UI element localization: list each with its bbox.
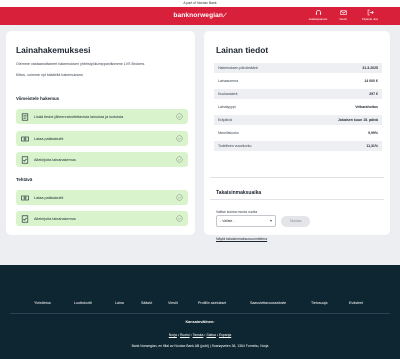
detail-row: Kuukausierä 297 € [214,89,382,99]
footer-lang-norway[interactable]: Norja [169,333,177,337]
footer-language-links: Norja • Ruotsi • Tanska • Saksa • Espanj… [168,333,232,337]
task-add-loans[interactable]: Lisää tiedot jälleenrahoitettavista lain… [16,109,188,124]
footer-link-overview[interactable]: Yleistietoa [34,301,51,305]
detail-row: Lainatyyppi Velkarahoitus [214,102,382,112]
section-divider [210,177,384,178]
detail-key: Nimelliskorko [218,131,239,135]
nav-customer-service-label: Asiakaspalvelu [308,17,328,21]
task-add-loans-label: Lisää tiedot jälleenrahoitettavista lain… [34,114,124,119]
document-list-icon [21,112,29,121]
header-bar: banknorwegian⟋ Asiakaspalvelu Viestit Ki… [0,7,400,25]
detail-value: Jokaisen kuun 15. päivä [337,118,378,122]
footer-lang-denmark[interactable]: Tanska [193,333,204,337]
detail-key: Eräpäivä [218,118,232,122]
application-title: Lainahakemuksesi [16,45,91,55]
detail-value: 14 000 € [364,79,378,83]
application-thanks: Kiitos, voimme nyt käsitellä hakemuksesi [16,73,83,77]
sign-icon [21,155,29,164]
money-icon [21,195,29,200]
top-strip: A part of Nordax Bank [0,0,400,7]
detail-row: Eräpäivä Jokaisen kuun 15. päivä [214,115,382,125]
sign-icon [21,214,29,223]
nav-customer-service[interactable]: Asiakaspalvelu [305,9,331,24]
detail-key: Kuukausierä [218,92,238,96]
footer-lang-sweden[interactable]: Ruotsi [180,333,190,337]
application-intro: Olemme vastaanottaneet hakemuksen yhteis… [16,62,146,66]
done-task-upload-payslip[interactable]: Lataa palkkakuitti [16,190,188,205]
detail-row: Nimelliskorko 9,99% [214,128,382,138]
task-upload-payslip[interactable]: Lataa palkkakuitti [16,131,188,146]
nav-logout-label: Kirjaudu ulos [361,17,379,21]
logo-text: banknorwegian [173,12,224,19]
detail-key: Lainatyyppi [218,105,236,109]
headset-icon [315,10,321,15]
task-sign-application[interactable]: Allekirjoita lainahakemus [16,152,188,167]
years-select[interactable]: - Valitse - ▾ [216,215,276,227]
check-circle-icon [176,194,183,201]
years-select-value: - Valitse - [220,219,235,223]
check-circle-icon [176,215,183,222]
footer: Yleistietoa Luottokortti Laina Säästö Vi… [0,265,400,359]
repayment-schedule-link[interactable]: Näytä takaisinmaksusuunnitelma [216,237,267,241]
money-icon [21,136,29,141]
footer-link-cookies[interactable]: Evästeet [349,301,363,305]
chevron-down-icon: ▾ [269,218,272,223]
detail-value: Velkarahoitus [355,105,378,109]
footer-link-accessibility[interactable]: Saavutettavuusseloste [250,301,286,305]
topbar-text: A part of Nordax Bank [183,1,217,5]
detail-key: Todellinen vuosikorko [218,144,252,148]
footer-link-loan[interactable]: Laina [115,301,124,305]
check-circle-icon [176,156,183,163]
check-circle-icon [176,113,183,120]
detail-value: 31.3.2025 [362,66,378,70]
nav-logout[interactable]: Kirjaudu ulos [357,9,383,24]
detail-value: 9,99% [368,131,378,135]
section-divider [210,199,384,200]
done-task-sign-application-label: Allekirjoita lainahakemus [34,216,76,221]
bank-logo[interactable]: banknorwegian⟋ [163,10,237,22]
footer-link-credit-card[interactable]: Luottokortti [74,301,92,305]
footer-link-privacy[interactable]: Tietosuoja [311,301,327,305]
detail-key: Hakemuksen päivämäärä [218,66,258,70]
footer-link-messages[interactable]: Viestit [168,301,178,305]
done-section-title: Tehtävä [16,177,33,182]
detail-key: Lainasumma [218,79,239,83]
task-sign-application-label: Allekirjoita lainahakemus [34,157,76,162]
loan-details-title: Lainan tiedot [216,45,269,55]
prepare-section-title: Viimeistele hakemus [16,96,60,101]
detail-row: Todellinen vuosikorko 11,31% [214,141,382,151]
footer-link-savings[interactable]: Säästö [141,301,152,305]
mail-icon [339,10,347,15]
footer-address: Bank Norwegian, en filial av Nordax Bank… [131,344,269,348]
years-select-label: Valitse kuinka monta vuotta [216,210,258,214]
task-upload-payslip-label: Lataa palkkakuitti [34,136,64,141]
detail-value: 11,31% [366,144,378,148]
detail-row: Hakemuksen päivämäärä 31.3.2025 [214,63,382,73]
done-task-upload-payslip-label: Lataa palkkakuitti [34,195,64,200]
check-button[interactable]: Tarkista [281,216,310,227]
footer-divider [10,313,390,314]
logout-icon [367,9,374,16]
nav-messages-label: Viestit [339,17,347,21]
repayment-title: Takaisinmaksuaika [216,190,262,196]
footer-international-heading: Kansainvälinen: [185,320,215,324]
nav-messages[interactable]: Viestit [330,9,356,24]
detail-value: 297 € [369,92,378,96]
footer-lang-germany[interactable]: Saksa [206,333,215,337]
check-circle-icon [176,135,183,142]
detail-row: Lainasumma 14 000 € [214,76,382,86]
footer-link-profile-settings[interactable]: Profiilin asetukset [198,301,226,305]
done-task-sign-application[interactable]: Allekirjoita lainahakemus [16,211,188,226]
footer-lang-spain[interactable]: Espanja [219,333,231,337]
